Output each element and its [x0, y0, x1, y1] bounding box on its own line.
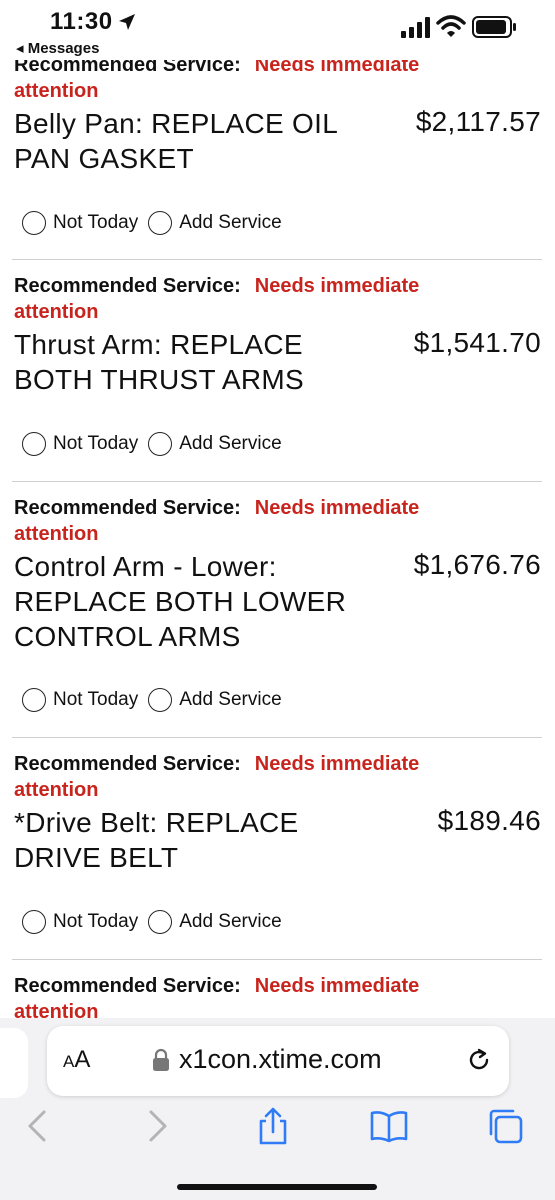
service-price: $1,676.76 [413, 549, 541, 580]
status-attention: attention [14, 779, 99, 801]
recommended-service-label: Recommended Service: [14, 753, 241, 775]
add-service-label: Add Service [179, 689, 282, 710]
status-needs-attention: Needs immediate [254, 275, 420, 297]
address-bar[interactable]: AA x1con.xtime.com [47, 1026, 509, 1096]
battery-icon [472, 16, 516, 38]
chevron-right-icon[interactable] [137, 1106, 177, 1146]
wifi-icon [436, 15, 466, 37]
service-header: Recommended Service: Needs immediate [14, 753, 419, 776]
status-attention: attention [14, 80, 99, 102]
status-bar: 11:30 ◂ Messages [0, 0, 555, 60]
location-arrow-icon [119, 14, 135, 30]
service-options: Not Today Add Service [22, 685, 292, 715]
cellular-signal-icon [401, 17, 430, 38]
status-needs-attention: Needs immediate [254, 975, 420, 997]
service-header: Recommended Service: Needs immediate [14, 497, 419, 520]
radio-circle-icon[interactable] [148, 910, 173, 934]
not-today-label: Not Today [53, 911, 139, 932]
service-name: Control Arm - Lower: REPLACE BOTH LOWER … [14, 551, 347, 652]
not-today-radio[interactable]: Not Today [22, 432, 138, 456]
chevron-left-icon[interactable] [18, 1106, 58, 1146]
not-today-label: Not Today [53, 212, 139, 233]
add-service-label: Add Service [179, 911, 282, 932]
status-attention: attention [14, 301, 99, 323]
radio-circle-icon[interactable] [148, 432, 173, 456]
not-today-radio[interactable]: Not Today [22, 211, 138, 235]
not-today-radio[interactable]: Not Today [22, 688, 138, 712]
home-indicator[interactable] [177, 1184, 377, 1190]
not-today-radio[interactable]: Not Today [22, 910, 138, 934]
divider [12, 737, 542, 738]
not-today-label: Not Today [53, 433, 139, 454]
service-price: $2,117.57 [415, 106, 541, 137]
radio-circle-icon[interactable] [22, 688, 46, 712]
service-price: $1,541.70 [413, 327, 541, 358]
recommended-service-label: Recommended Service: [14, 975, 241, 997]
radio-circle-icon[interactable] [148, 688, 173, 712]
divider [12, 959, 542, 960]
status-time: 11:30 [50, 8, 113, 35]
recommended-service-label: Recommended Service: [14, 275, 241, 297]
service-options: Not Today Add Service [22, 907, 292, 937]
service-name: Belly Pan: REPLACE OIL PAN GASKET [14, 108, 338, 174]
add-service-radio[interactable]: Add Service [148, 432, 282, 456]
radio-circle-icon[interactable] [148, 211, 173, 235]
service-options: Not Today Add Service [22, 429, 292, 459]
service-price: $189.46 [437, 805, 541, 836]
radio-circle-icon[interactable] [22, 211, 46, 235]
add-service-label: Add Service [179, 212, 282, 233]
text-size-button[interactable]: AA [63, 1046, 90, 1074]
add-service-radio[interactable]: Add Service [148, 910, 282, 934]
divider [12, 259, 542, 260]
service-header: Recommended Service: Needs immediate [14, 975, 419, 998]
share-icon[interactable] [253, 1106, 293, 1146]
add-service-radio[interactable]: Add Service [148, 688, 282, 712]
status-attention: attention [14, 523, 99, 545]
divider [12, 481, 542, 482]
service-list: Recommended Service: Needs immediate atte… [0, 40, 555, 1020]
book-icon[interactable] [369, 1106, 409, 1146]
add-service-label: Add Service [179, 433, 282, 454]
radio-circle-icon[interactable] [22, 910, 46, 934]
service-name: *Drive Belt: REPLACE DRIVE BELT [14, 807, 299, 873]
recommended-service-label: Recommended Service: [14, 497, 241, 519]
add-service-radio[interactable]: Add Service [148, 211, 282, 235]
status-needs-attention: Needs immediate [254, 753, 420, 775]
radio-circle-icon[interactable] [22, 432, 46, 456]
status-needs-attention: Needs immediate [254, 497, 420, 519]
url-text[interactable]: x1con.xtime.com [179, 1044, 382, 1075]
tabs-icon[interactable] [485, 1106, 525, 1146]
service-header: Recommended Service: Needs immediate [14, 275, 419, 298]
not-today-label: Not Today [53, 689, 139, 710]
service-options: Not Today Add Service [22, 208, 292, 238]
service-name: Thrust Arm: REPLACE BOTH THRUST ARMS [14, 329, 305, 395]
reload-icon[interactable] [465, 1046, 493, 1074]
lock-icon [153, 1048, 169, 1071]
previous-tab-peek[interactable] [0, 1028, 28, 1098]
back-to-messages-link[interactable]: ◂ Messages [16, 39, 99, 57]
